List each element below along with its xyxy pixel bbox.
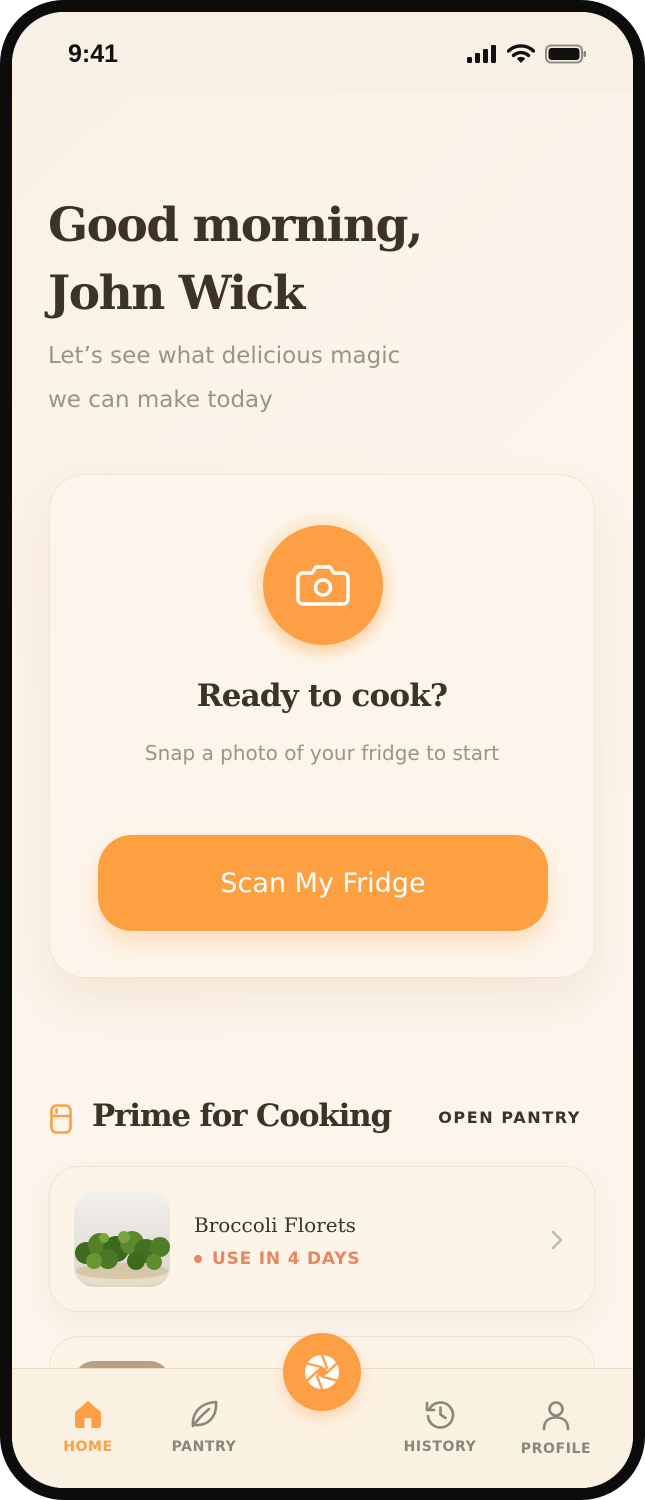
tab-label: PANTRY <box>171 1439 237 1455</box>
greeting-line-1: Good morning, <box>48 198 423 253</box>
tab-pantry[interactable]: PANTRY <box>149 1399 259 1455</box>
tab-profile[interactable]: PROFILE <box>501 1399 611 1457</box>
greeting-subtitle: Let’s see what delicious magic we can ma… <box>48 334 468 422</box>
status-icons <box>467 44 587 64</box>
phone-frame: 9:41 Good morning, John Wick Let’s see w… <box>0 0 645 1500</box>
open-pantry-link[interactable]: OPEN PANTRY <box>438 1108 581 1127</box>
expiry-status: USE IN 4 DAYS <box>194 1249 360 1269</box>
expiry-text: USE IN 4 DAYS <box>212 1249 361 1269</box>
wifi-icon <box>507 44 535 63</box>
app-screen: 9:41 Good morning, John Wick Let’s see w… <box>12 12 633 1488</box>
history-icon <box>425 1401 455 1429</box>
scan-fridge-button[interactable]: Scan My Fridge <box>98 835 548 931</box>
camera-icon <box>296 565 350 606</box>
subtitle-line-2: we can make today <box>48 387 273 413</box>
status-bar: 9:41 <box>12 12 633 94</box>
section-title: Prime for Cooking <box>92 1098 392 1134</box>
tab-label: PROFILE <box>520 1441 592 1457</box>
cellular-signal-icon <box>467 45 496 63</box>
user-icon <box>542 1401 570 1431</box>
tab-label: HOME <box>63 1439 113 1455</box>
tab-label: HISTORY <box>403 1439 477 1455</box>
pantry-item-card[interactable]: Broccoli Florets USE IN 4 DAYS <box>49 1166 595 1312</box>
camera-button[interactable] <box>263 525 383 645</box>
scan-card: Ready to cook? Snap a photo of your frid… <box>49 474 595 978</box>
broccoli-thumbnail <box>74 1191 170 1287</box>
tab-home[interactable]: HOME <box>33 1399 143 1455</box>
greeting-line-2: John Wick <box>48 266 305 321</box>
scan-card-title: Ready to cook? <box>196 678 448 714</box>
tab-history[interactable]: HISTORY <box>385 1399 495 1455</box>
scan-card-subtitle: Snap a photo of your fridge to start <box>144 741 500 765</box>
battery-icon <box>545 44 586 64</box>
fridge-icon <box>50 1104 72 1134</box>
leaf-icon <box>191 1400 218 1428</box>
aperture-icon <box>305 1353 339 1391</box>
item-name: Broccoli Florets <box>194 1213 356 1237</box>
scan-fab-button[interactable] <box>283 1333 361 1411</box>
prime-section-header: Prime for Cooking OPEN PANTRY <box>50 1094 581 1146</box>
subtitle-line-1: Let’s see what delicious magic <box>48 343 401 369</box>
status-time: 9:41 <box>68 40 119 68</box>
status-dot <box>194 1255 202 1263</box>
chevron-right-icon <box>551 1230 563 1250</box>
greeting-heading: Good morning, John Wick <box>48 192 423 328</box>
home-icon <box>75 1401 101 1428</box>
